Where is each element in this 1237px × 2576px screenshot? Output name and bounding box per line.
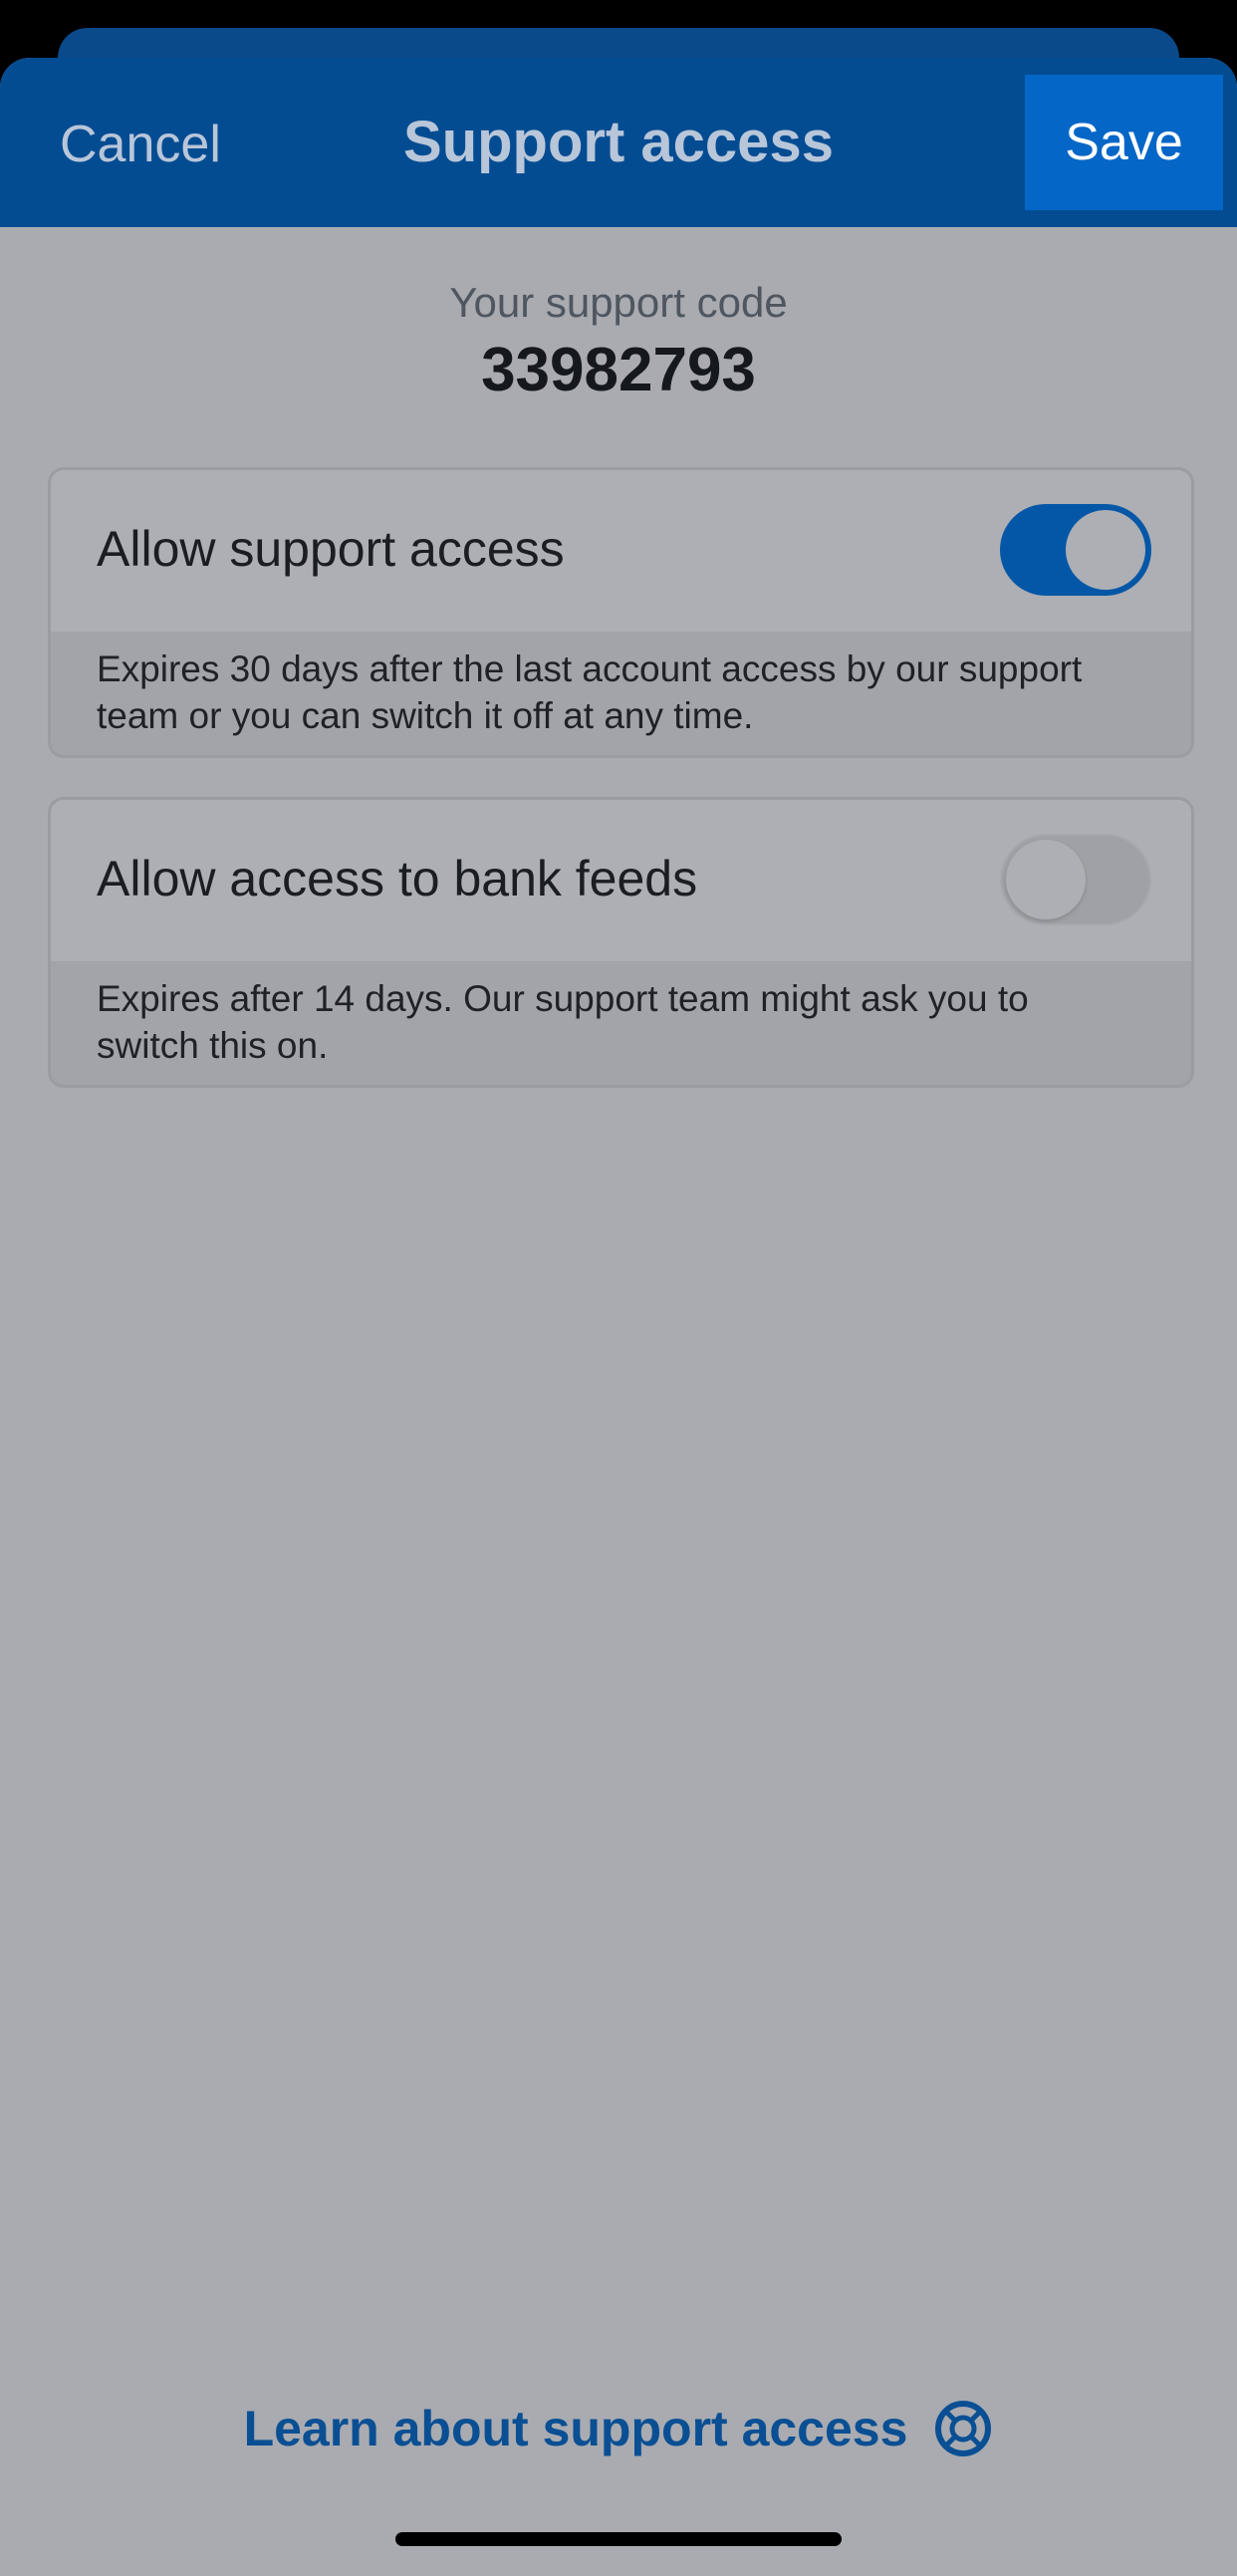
bank-feeds-row: Allow access to bank feeds	[51, 800, 1191, 961]
toggle-knob	[1066, 510, 1145, 590]
home-indicator	[395, 2532, 842, 2546]
support-code-label: Your support code	[449, 279, 788, 326]
bank-feeds-description: Expires after 14 days. Our support team …	[97, 978, 1029, 1066]
lifebuoy-icon	[935, 2401, 992, 2456]
support-access-sheet: Cancel Support access Save Your support …	[0, 58, 1237, 2576]
support-access-row: Allow support access	[51, 470, 1191, 632]
save-button[interactable]: Save	[1025, 75, 1223, 210]
toggle-knob	[1006, 840, 1086, 919]
learn-link-label: Learn about support access	[243, 2401, 908, 2456]
support-access-card: Allow support access Expires 30 days aft…	[48, 467, 1194, 758]
support-access-toggle[interactable]	[1000, 504, 1151, 596]
bank-feeds-label: Allow access to bank feeds	[97, 851, 698, 906]
navigation-bar: Cancel Support access Save	[0, 58, 1237, 227]
support-access-description: Expires 30 days after the last account a…	[97, 648, 1083, 736]
support-code-value: 33982793	[481, 336, 756, 404]
screen: Cancel Support access Save Your support …	[0, 0, 1237, 2576]
bank-feeds-card: Allow access to bank feeds Expires after…	[48, 797, 1194, 1088]
learn-about-support-access-link[interactable]: Learn about support access	[0, 2394, 1237, 2463]
support-access-label: Allow support access	[97, 521, 565, 577]
bank-feeds-toggle[interactable]	[1000, 834, 1151, 925]
cancel-button[interactable]: Cancel	[60, 110, 221, 179]
